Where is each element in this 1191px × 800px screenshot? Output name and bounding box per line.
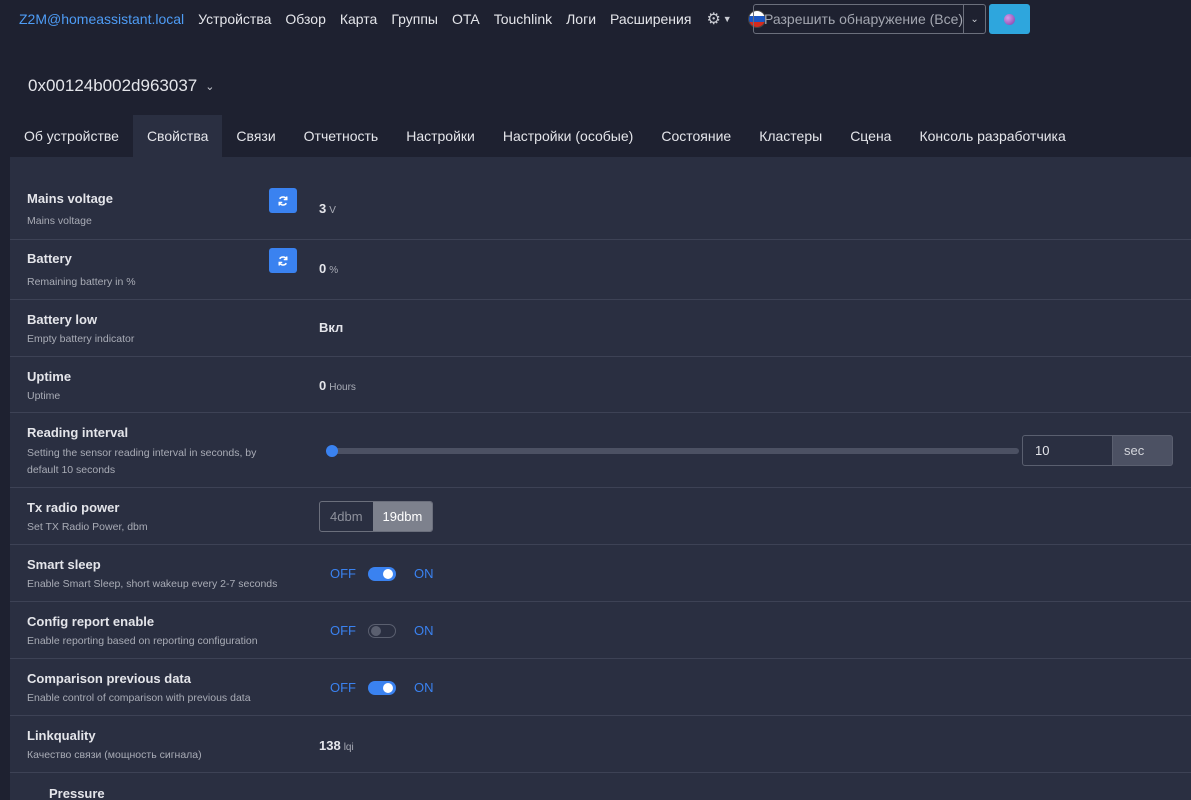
feature-title: Linkquality — [27, 728, 96, 743]
feature-row-battery: Battery Remaining battery in % 0% — [10, 240, 1191, 300]
chevron-down-icon: ⌄ — [205, 80, 215, 93]
unit-label: V — [329, 205, 336, 216]
feature-description: Enable reporting based on reporting conf… — [27, 635, 258, 647]
feature-value: Вкл — [319, 320, 344, 335]
nav-link-extensions[interactable]: Расширения — [603, 11, 698, 27]
exposes-panel: Mains voltage Mains voltage 3V Battery R… — [10, 157, 1191, 800]
config-report-toggle: OFF ON — [330, 623, 434, 638]
feature-description: Uptime — [27, 390, 61, 402]
feature-row-reading-interval: Reading interval Setting the sensor read… — [10, 413, 1191, 488]
feature-title: Smart sleep — [27, 557, 101, 572]
option-4dbm-button[interactable]: 4dbm — [320, 502, 373, 531]
toggle-switch[interactable] — [368, 566, 396, 581]
permit-join-all-button[interactable] — [989, 4, 1030, 34]
feature-row-uptime: Uptime Uptime 0 Hours — [10, 357, 1191, 413]
tab-clusters[interactable]: Кластеры — [745, 115, 836, 157]
comparison-toggle: OFF ON — [330, 680, 434, 695]
device-title: 0x00124b002d963037 — [28, 76, 198, 95]
device-tabs: Об устройстве Свойства Связи Отчетность … — [10, 115, 1080, 157]
refresh-button[interactable] — [269, 188, 297, 213]
tab-settings[interactable]: Настройки — [392, 115, 489, 157]
feature-title: Battery low — [27, 312, 98, 327]
tab-reporting[interactable]: Отчетность — [290, 115, 393, 157]
nav-link-logs[interactable]: Логи — [559, 11, 603, 27]
feature-title: Tx radio power — [27, 500, 120, 515]
brand-link[interactable]: Z2M@homeassistant.local — [19, 11, 184, 27]
unit-label: lqi — [343, 742, 354, 753]
feature-title: Mains voltage — [27, 191, 113, 206]
nav-link-touchlink[interactable]: Touchlink — [487, 11, 559, 27]
interval-slider[interactable] — [326, 448, 1019, 454]
feature-description: Качество связи (мощность сигнала) — [27, 749, 202, 761]
off-label[interactable]: OFF — [330, 680, 356, 695]
chevron-down-icon: ▼ — [722, 14, 732, 24]
tx-power-selector: 4dbm 19dbm — [319, 501, 434, 532]
toggle-switch[interactable] — [368, 680, 396, 695]
tab-scene[interactable]: Сцена — [836, 115, 905, 157]
nav-link-map[interactable]: Карта — [333, 11, 384, 27]
feature-title: Config report enable — [27, 614, 155, 629]
refresh-icon — [278, 255, 288, 266]
nav-links: Устройства Обзор Карта Группы OTA Touchl… — [191, 11, 698, 27]
feature-row-mains-voltage: Mains voltage Mains voltage 3V — [10, 177, 1191, 240]
permit-join-button[interactable]: Разрешить обнаружение (Все) — [754, 11, 963, 27]
feature-value: 3V — [319, 201, 336, 216]
unit-label: Hours — [329, 382, 356, 393]
nav-link-ota[interactable]: OTA — [445, 11, 487, 27]
tab-settings-specific[interactable]: Настройки (особые) — [489, 115, 647, 157]
tab-state[interactable]: Состояние — [647, 115, 745, 157]
feature-row-config-report: Config report enable Enable reporting ba… — [10, 602, 1191, 659]
nav-link-groups[interactable]: Группы — [384, 11, 445, 27]
feature-description: Mains voltage — [27, 215, 92, 227]
feature-description: Setting the sensor reading interval in s… — [27, 447, 257, 476]
tab-bind[interactable]: Связи — [222, 115, 289, 157]
off-label[interactable]: OFF — [330, 623, 356, 638]
feature-description: Enable Smart Sleep, short wakeup every 2… — [27, 578, 278, 590]
tab-about[interactable]: Об устройстве — [10, 115, 133, 157]
feature-row-tx-radio-power: Tx radio power Set TX Radio Power, dbm 4… — [10, 488, 1191, 545]
feature-title: Uptime — [27, 369, 72, 384]
option-19dbm-button[interactable]: 19dbm — [372, 502, 433, 531]
feature-title: Pressure — [49, 786, 105, 800]
feature-description: Set TX Radio Power, dbm — [27, 521, 148, 533]
feature-title: Comparison previous data — [27, 671, 191, 686]
feature-row-comparison: Comparison previous data Enable control … — [10, 659, 1191, 716]
feature-row-linkquality: Linkquality Качество связи (мощность сиг… — [10, 716, 1191, 773]
feature-title: Reading interval — [27, 425, 129, 440]
permit-join-control: Разрешить обнаружение (Все) ⌄ — [753, 4, 986, 34]
feature-description: Empty battery indicator — [27, 333, 135, 345]
tab-exposes[interactable]: Свойства — [132, 115, 223, 157]
unit-label: % — [329, 265, 339, 276]
feature-value: 0% — [319, 261, 339, 276]
slider-thumb[interactable] — [326, 445, 338, 457]
smart-sleep-toggle: OFF ON — [330, 566, 434, 581]
feature-description: Remaining battery in % — [27, 276, 136, 288]
feature-value: 138 lqi — [319, 738, 354, 753]
feature-value: 0 Hours — [319, 378, 356, 393]
interval-input[interactable]: 10 — [1022, 435, 1113, 466]
feature-row-battery-low: Battery low Empty battery indicator Вкл — [10, 300, 1191, 357]
on-label[interactable]: ON — [414, 680, 434, 695]
refresh-icon — [278, 195, 288, 206]
device-selector[interactable]: 0x00124b002d963037 ⌄ — [28, 76, 214, 96]
refresh-button[interactable] — [269, 248, 297, 273]
off-label[interactable]: OFF — [330, 566, 356, 581]
on-label[interactable]: ON — [414, 623, 434, 638]
unit-label: sec — [1113, 435, 1173, 466]
feature-title: Battery — [27, 251, 72, 266]
chevron-down-icon: ⌄ — [970, 13, 979, 25]
feature-row-pressure: Pressure — [10, 773, 1191, 800]
feature-row-smart-sleep: Smart sleep Enable Smart Sleep, short wa… — [10, 545, 1191, 602]
toggle-switch[interactable] — [368, 623, 396, 638]
on-label[interactable]: ON — [414, 566, 434, 581]
nav-link-devices[interactable]: Устройства — [191, 11, 278, 27]
feature-description: Enable control of comparison with previo… — [27, 692, 251, 704]
settings-dropdown[interactable]: ⚙ ▼ — [706, 9, 731, 29]
globe-icon — [1004, 13, 1015, 25]
nav-link-dashboard[interactable]: Обзор — [278, 11, 332, 27]
permit-join-dropdown[interactable]: ⌄ — [963, 5, 985, 33]
gear-icon: ⚙ — [706, 11, 721, 28]
tab-dev-console[interactable]: Консоль разработчика — [905, 115, 1079, 157]
